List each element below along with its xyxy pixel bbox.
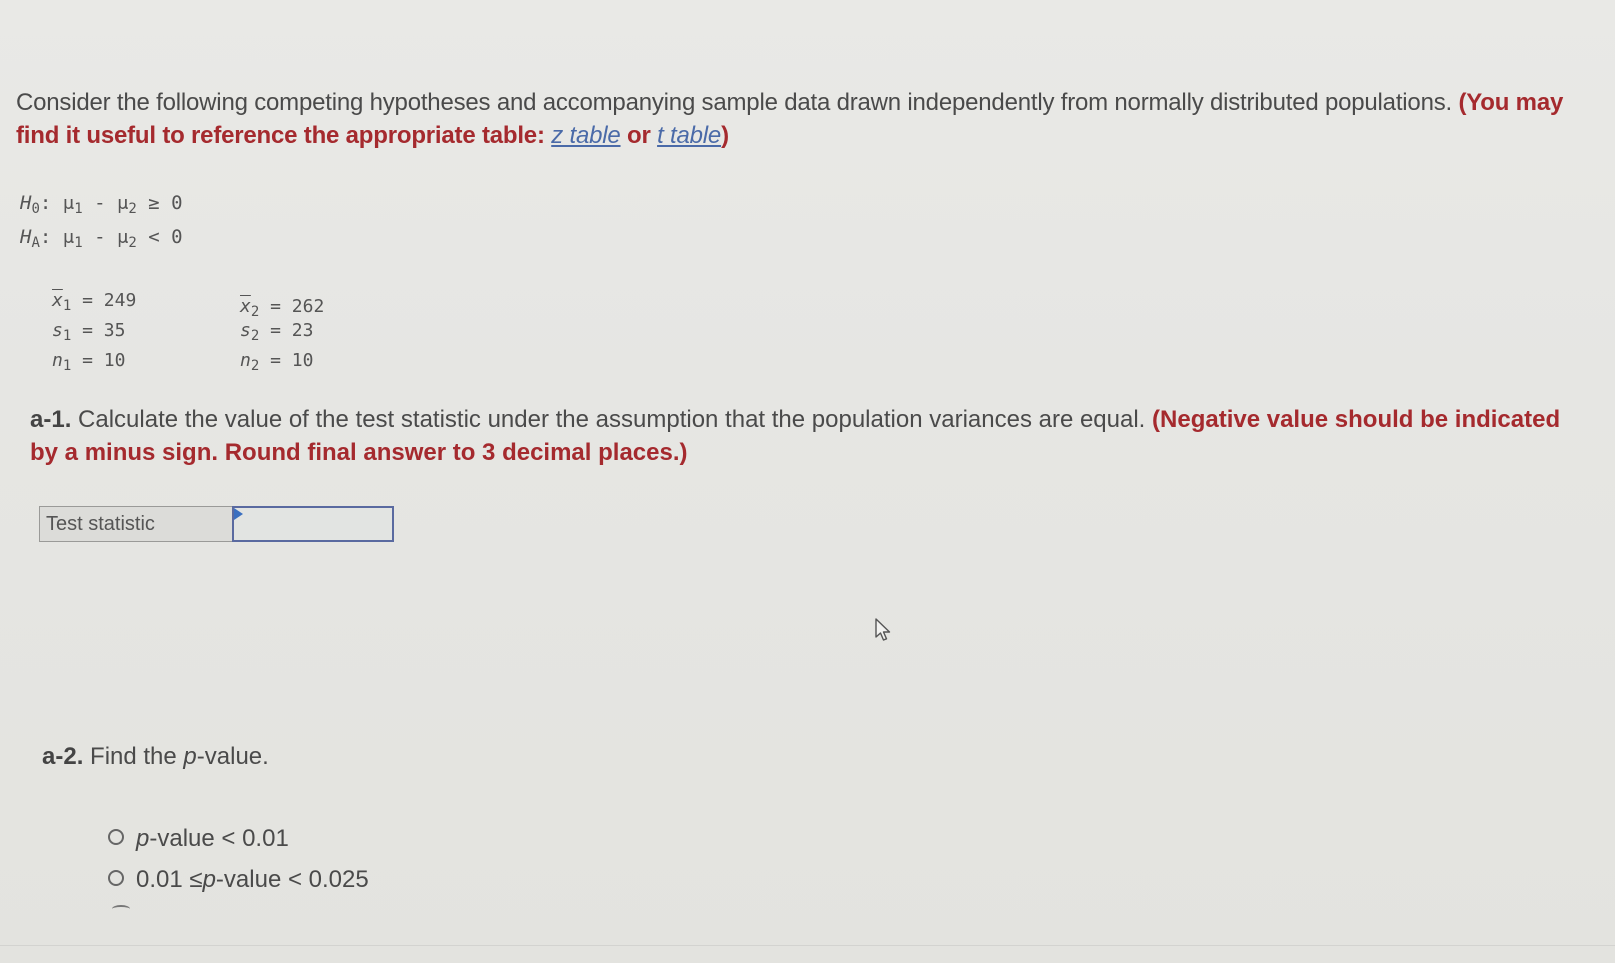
h-symbol: H (20, 226, 32, 248)
n-value: = 10 (71, 350, 126, 371)
p-value-option[interactable]: p -value < 0.01 (108, 818, 369, 859)
mu-2: - μ (82, 192, 129, 214)
option-text-after: -value < 0.025 (215, 865, 369, 893)
mu-1-subscript: 1 (74, 201, 83, 217)
s-value: = 23 (259, 320, 314, 341)
p-value-options: p -value < 0.01 0.01 ≤ p -value < 0.025 (108, 818, 369, 900)
option-text-before: 0.01 ≤ (136, 865, 203, 893)
sample-1-size: n1 = 10 (52, 346, 136, 376)
z-table-link-text: z table (551, 122, 621, 149)
null-hypothesis: H0: μ1 - μ2 ≥ 0 (20, 192, 183, 217)
xbar-symbol: x (240, 296, 251, 317)
problem-intro: Consider the following competing hypothe… (16, 86, 1576, 152)
mu-2-subscript: 2 (128, 235, 137, 251)
n-value: = 10 (259, 350, 314, 371)
problem-page: Consider the following competing hypothe… (0, 0, 1615, 963)
xbar-symbol: x (52, 290, 63, 311)
sample-1-stats: x1 = 249 s1 = 35 n1 = 10 (52, 286, 136, 376)
question-a2-text-after: -value. (196, 743, 269, 770)
n-symbol: n (240, 350, 251, 371)
sample-2-size: n2 = 10 (240, 346, 324, 376)
mu-1-subscript: 1 (74, 235, 83, 251)
h-subscript: A (31, 235, 40, 251)
input-flag-icon (234, 508, 243, 520)
t-table-link-text: t table (657, 122, 722, 149)
test-statistic-label: Test statistic (39, 506, 232, 542)
alternative-hypothesis: HA: μ1 - μ2 < 0 (20, 226, 183, 251)
h-symbol: H (20, 192, 32, 214)
partial-radio-button[interactable] (112, 905, 130, 913)
mu-2-subscript: 2 (128, 201, 137, 217)
relation: ≥ 0 (136, 192, 183, 214)
s-symbol: s (52, 320, 63, 341)
sample-2-sd: s2 = 23 (240, 316, 324, 346)
test-statistic-field[interactable] (232, 506, 394, 542)
s-symbol: s (240, 320, 251, 341)
s-value: = 35 (71, 320, 126, 341)
divider (0, 945, 1615, 946)
p-value-option[interactable]: 0.01 ≤ p -value < 0.025 (108, 859, 369, 900)
mu-2: - μ (82, 226, 129, 248)
question-a2-label: a-2. (42, 743, 84, 770)
n-symbol: n (52, 350, 63, 371)
hint-or: or (627, 122, 651, 149)
mu-1: : μ (39, 226, 75, 248)
question-a1: a-1. Calculate the value of the test sta… (30, 403, 1590, 469)
xbar-value: = 262 (259, 296, 325, 317)
radio-button[interactable] (108, 869, 124, 886)
test-statistic-answer-table: Test statistic (39, 506, 394, 542)
t-table-link[interactable]: t table (657, 122, 721, 149)
hint-suffix: ) (721, 122, 729, 149)
intro-text: Consider the following competing hypothe… (16, 89, 1452, 116)
question-a1-text: Calculate the value of the test statisti… (78, 406, 1146, 433)
xbar-value: = 249 (71, 290, 137, 311)
option-text-after: -value < 0.01 (149, 824, 289, 852)
relation: < 0 (136, 226, 183, 248)
z-table-link[interactable]: z table (551, 122, 621, 149)
radio-button[interactable] (108, 828, 124, 845)
option-p: p (202, 865, 216, 893)
option-p: p (136, 824, 150, 852)
sample-1-sd: s1 = 35 (52, 316, 136, 346)
mu-1: : μ (39, 192, 75, 214)
question-a2: a-2. Find the p-value. (42, 740, 269, 773)
test-statistic-input[interactable] (234, 508, 392, 540)
h-subscript: 0 (31, 201, 40, 217)
sample-1-mean: x1 = 249 (52, 286, 136, 316)
question-a2-p: p (183, 743, 197, 770)
question-a2-text-before: Find the (90, 743, 184, 770)
sample-2-stats: x2 = 262 s2 = 23 n2 = 10 (240, 292, 324, 376)
question-a1-label: a-1. (30, 406, 72, 433)
mouse-cursor-icon (875, 618, 891, 641)
